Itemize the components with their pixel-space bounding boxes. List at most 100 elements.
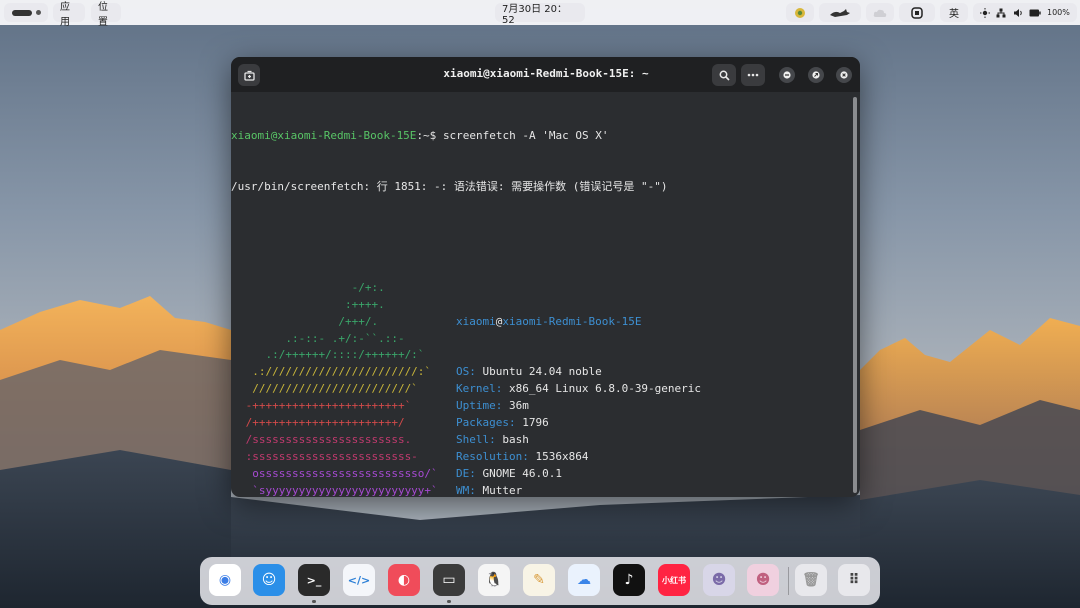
battery-percentage: 100%	[1046, 8, 1070, 17]
ascii-logo-row: :ssssssssssssssssssssssss-	[239, 449, 418, 463]
terminal-scrollbar[interactable]	[853, 97, 857, 493]
terminal-window[interactable]: xiaomi@xiaomi-Redmi-Book-15E: ~ xiaomi@x…	[231, 57, 860, 497]
info-row: WM: Mutter	[456, 483, 807, 497]
cloud-icon	[873, 9, 887, 17]
dock: ◉ ☺ >_ </> ◐ ▭ 🐧 ✎ ☁ ♪ 小红书 ☻ ☻ 🗑 ⠿	[200, 557, 880, 605]
system-info: xiaomi@xiaomi-Redmi-Book-15E OS: Ubuntu …	[456, 280, 807, 497]
brightness-icon	[980, 7, 991, 18]
info-key: Kernel:	[456, 382, 509, 396]
new-tab-icon	[243, 70, 255, 81]
battery-icon	[1029, 9, 1041, 16]
info-value: Ubuntu 24.04 noble	[482, 365, 602, 379]
info-row: Shell: bash	[456, 432, 807, 449]
xiaohongshu-icon[interactable]: 小红书	[658, 564, 690, 596]
clock-button[interactable]: 7月30日 20：52	[495, 3, 585, 26]
ascii-logo-row: osssssssssssssssssssssssso/`	[239, 466, 438, 480]
main-menu-button[interactable]	[741, 64, 765, 86]
more-options-icon	[747, 73, 759, 77]
app-red-icon[interactable]: ◐	[388, 564, 420, 596]
info-host: xiaomi-Redmi-Book-15E	[502, 314, 642, 328]
info-row: Packages: 1796	[456, 415, 807, 432]
terminal-icon[interactable]: >_	[298, 564, 330, 596]
info-value: 1536x864	[535, 449, 589, 463]
info-key: DE:	[456, 466, 483, 480]
minimize-button[interactable]	[779, 67, 795, 83]
maximize-icon	[812, 71, 820, 79]
info-row: Resolution: 1536x864	[456, 449, 807, 466]
close-icon	[840, 71, 848, 79]
workspace-indicator-icon	[11, 9, 32, 16]
info-row: OS: Ubuntu 24.04 noble	[456, 364, 807, 381]
info-value: 1796	[522, 416, 549, 430]
info-key: Packages:	[456, 416, 523, 430]
ascii-logo-row: /sssssssssssssssssssssss.	[239, 432, 412, 446]
workspace-dot-icon	[35, 10, 41, 15]
system-status-menu[interactable]: 100%	[973, 3, 1077, 22]
activities-button[interactable]	[4, 3, 48, 22]
info-user: xiaomi	[456, 314, 496, 328]
minimize-icon	[783, 71, 791, 79]
notes-icon[interactable]: ✎	[523, 564, 555, 596]
info-key: OS:	[456, 365, 483, 379]
info-row: Uptime: 36m	[456, 398, 807, 415]
cloud-drive-icon[interactable]: ☁	[568, 564, 600, 596]
ascii-logo: -/+:. :++++. /+++/. .:-::- .+/:-``.::- .…	[239, 280, 438, 497]
applications-label: 应用	[60, 1, 70, 28]
input-method-button[interactable]: 英	[940, 3, 968, 22]
ascii-logo-row: :++++.	[239, 297, 385, 311]
cat-icon	[830, 8, 850, 17]
tray-indicator[interactable]	[786, 3, 814, 22]
close-button[interactable]	[836, 67, 852, 83]
tiktok-icon[interactable]: ♪	[613, 564, 645, 596]
prompt-user-host: xiaomi@xiaomi-Redmi-Book-15E	[231, 128, 417, 142]
search-icon	[719, 70, 730, 81]
vscode-icon[interactable]: </>	[343, 564, 375, 596]
command-line: xiaomi@xiaomi-Redmi-Book-15E:~$ screenfe…	[231, 128, 851, 145]
app-grid-icon[interactable]: ⠿	[838, 564, 870, 596]
record-icon	[911, 6, 923, 19]
finder-icon[interactable]: ☺	[253, 564, 285, 596]
new-tab-button[interactable]	[238, 64, 260, 86]
user-host-line: xiaomi@xiaomi-Redmi-Book-15E	[456, 314, 807, 331]
window-title: xiaomi@xiaomi-Redmi-Book-15E: ~	[443, 67, 649, 80]
ascii-logo-row: -/+:.	[239, 280, 385, 294]
ascii-logo-row: .:///////////////////////:`	[239, 365, 432, 379]
anime-avatar-icon[interactable]: ☻	[747, 564, 779, 596]
info-value: bash	[502, 433, 529, 446]
places-menu[interactable]: 位置	[91, 2, 121, 28]
ascii-logo-row: ////////////////////////`	[239, 382, 418, 396]
xiaohongshu-label: 小红书	[662, 575, 686, 585]
clock-label: 7月30日 20：52	[502, 3, 567, 26]
input-method-label: 英	[949, 9, 959, 20]
info-value: 36m	[508, 399, 529, 413]
game-avatar-icon[interactable]: ☻	[703, 564, 735, 596]
info-key: Uptime:	[456, 399, 509, 413]
info-key: Resolution:	[456, 449, 536, 463]
ascii-logo-row: /++++++++++++++++++++++/	[239, 416, 405, 430]
qq-icon[interactable]: 🐧	[478, 564, 510, 596]
ascii-logo-row: .:/++++++/::::/++++++/:`	[239, 348, 425, 362]
info-row: DE: GNOME 46.0.1	[456, 466, 807, 483]
entered-command: screenfetch -A 'Mac OS X'	[442, 128, 609, 142]
terminal-output[interactable]: xiaomi@xiaomi-Redmi-Book-15E:~$ screenfe…	[231, 94, 851, 497]
screen-recorder[interactable]	[899, 3, 935, 22]
error-output: /usr/bin/screenfetch: 行 1851: -: 语法错误: 需…	[231, 179, 668, 193]
running-indicator	[447, 600, 451, 603]
cassette-icon[interactable]: ▭	[433, 564, 465, 596]
search-button[interactable]	[712, 64, 736, 86]
running-indicator	[312, 600, 316, 603]
chrome-icon[interactable]: ◉	[209, 564, 241, 596]
trash-icon[interactable]: 🗑	[795, 564, 827, 596]
volume-icon	[1013, 8, 1022, 17]
applications-menu[interactable]: 应用	[53, 2, 85, 28]
maximize-button[interactable]	[808, 67, 824, 83]
tray-cloud[interactable]	[866, 3, 894, 22]
ascii-logo-row: /+++/.	[239, 314, 379, 328]
ascii-logo-row: -+++++++++++++++++++++++`	[239, 399, 412, 413]
network-icon	[996, 8, 1006, 17]
indicator-icon	[795, 7, 805, 18]
prompt-suffix: :~$	[416, 128, 443, 142]
tray-cat[interactable]	[819, 3, 861, 22]
terminal-headerbar[interactable]: xiaomi@xiaomi-Redmi-Book-15E: ~	[231, 57, 860, 92]
